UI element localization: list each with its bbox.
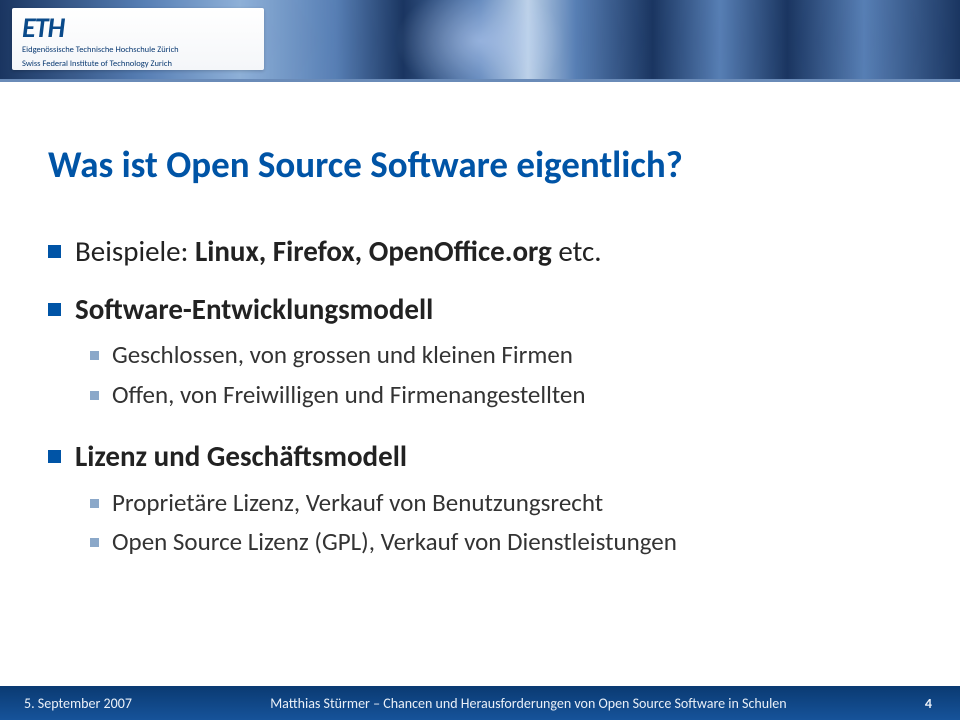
slide-content: Was ist Open Source Software eigentlich?… xyxy=(0,82,960,559)
eth-subtitle-en: Swiss Federal Institute of Technology Zu… xyxy=(22,59,254,70)
square-bullet-icon xyxy=(90,499,99,508)
square-bullet-icon xyxy=(90,538,99,547)
bullet-level1: Beispiele: Linux, Firefox, OpenOffice.or… xyxy=(48,233,912,271)
bullet-text-strong: Lizenz und Geschäftsmodell xyxy=(75,438,407,474)
bullet-text-suffix: etc. xyxy=(552,233,602,269)
square-bullet-icon xyxy=(48,450,61,463)
header-divider xyxy=(0,79,960,82)
bullet-level2: Geschlossen, von grossen und kleinen Fir… xyxy=(90,338,912,372)
bullet-text: Open Source Lizenz (GPL), Verkauf von Di… xyxy=(112,525,677,559)
bullet-text-strong: Linux, Firefox, OpenOffice.org xyxy=(195,233,552,269)
bullet-text: Offen, von Freiwilligen und Firmenangest… xyxy=(112,378,586,412)
bullet-text: Beispiele: Linux, Firefox, OpenOffice.or… xyxy=(75,233,602,271)
bullet-level1: Lizenz und Geschäftsmodell xyxy=(48,438,912,476)
slide-title: Was ist Open Source Software eigentlich? xyxy=(48,142,912,187)
logo-panel: ETH Eidgenössische Technische Hochschule… xyxy=(12,8,264,70)
bullet-level2: Proprietäre Lizenz, Verkauf von Benutzun… xyxy=(90,486,912,520)
footer-center-text: Matthias Stürmer – Chancen und Herausfor… xyxy=(132,695,925,712)
bullet-text: Proprietäre Lizenz, Verkauf von Benutzun… xyxy=(112,486,603,520)
bullet-text-strong: Software-Entwicklungsmodell xyxy=(75,291,433,327)
slide-header: ETH Eidgenössische Technische Hochschule… xyxy=(0,0,960,82)
bullet-level2: Offen, von Freiwilligen und Firmenangest… xyxy=(90,378,912,412)
footer-date: 5. September 2007 xyxy=(24,695,132,712)
slide-footer: 5. September 2007 Matthias Stürmer – Cha… xyxy=(0,686,960,720)
square-bullet-icon xyxy=(90,391,99,400)
square-bullet-icon xyxy=(90,351,99,360)
square-bullet-icon xyxy=(48,303,61,316)
bullet-text: Lizenz und Geschäftsmodell xyxy=(75,438,407,476)
footer-page-number: 4 xyxy=(925,695,932,712)
bullet-level2: Open Source Lizenz (GPL), Verkauf von Di… xyxy=(90,525,912,559)
bullet-text-prefix: Beispiele: xyxy=(75,233,195,269)
eth-subtitle-de: Eidgenössische Technische Hochschule Zür… xyxy=(22,45,254,56)
eth-logo-text: ETH xyxy=(22,14,254,42)
bullet-text: Geschlossen, von grossen und kleinen Fir… xyxy=(112,338,573,372)
bullet-text: Software-Entwicklungsmodell xyxy=(75,291,433,329)
bullet-level1: Software-Entwicklungsmodell xyxy=(48,291,912,329)
square-bullet-icon xyxy=(48,245,61,258)
